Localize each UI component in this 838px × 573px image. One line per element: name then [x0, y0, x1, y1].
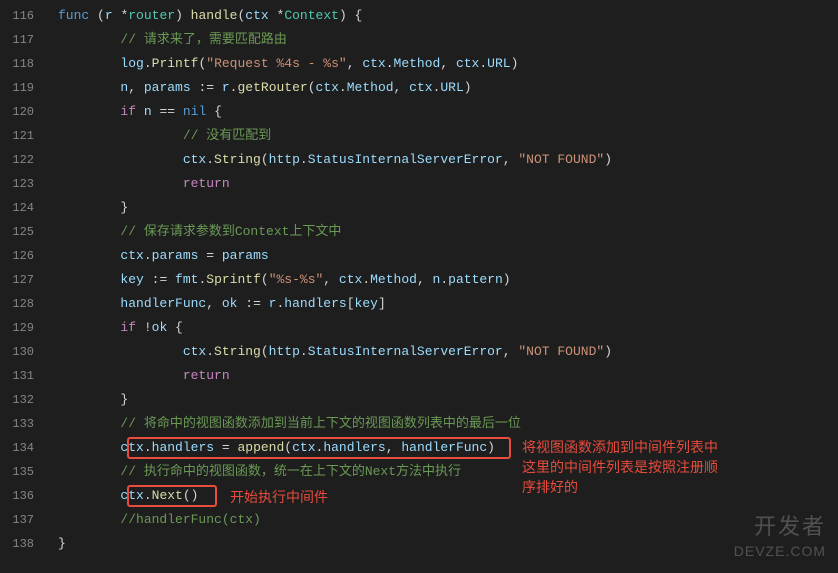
code-line[interactable]: ctx.String(http.StatusInternalServerErro…: [58, 340, 838, 364]
line-number: 122: [0, 148, 34, 172]
code-line[interactable]: func (r *router) handle(ctx *Context) {: [58, 4, 838, 28]
line-number: 123: [0, 172, 34, 196]
line-number: 118: [0, 52, 34, 76]
line-number: 117: [0, 28, 34, 52]
code-line[interactable]: n, params := r.getRouter(ctx.Method, ctx…: [58, 76, 838, 100]
annotation-next: 开始执行中间件: [230, 487, 328, 507]
line-number-gutter: 1161171181191201211221231241251261271281…: [0, 0, 50, 573]
code-line[interactable]: ctx.params = params: [58, 244, 838, 268]
code-line[interactable]: }: [58, 532, 838, 556]
line-number: 127: [0, 268, 34, 292]
code-line[interactable]: if !ok {: [58, 316, 838, 340]
code-line[interactable]: // 将命中的视图函数添加到当前上下文的视图函数列表中的最后一位: [58, 412, 838, 436]
code-line[interactable]: // 没有匹配到: [58, 124, 838, 148]
line-number: 130: [0, 340, 34, 364]
line-number: 138: [0, 532, 34, 556]
line-number: 135: [0, 460, 34, 484]
line-number: 121: [0, 124, 34, 148]
line-number: 134: [0, 436, 34, 460]
code-line[interactable]: }: [58, 388, 838, 412]
line-number: 128: [0, 292, 34, 316]
line-number: 136: [0, 484, 34, 508]
code-line[interactable]: if n == nil {: [58, 100, 838, 124]
line-number: 119: [0, 76, 34, 100]
code-line[interactable]: }: [58, 196, 838, 220]
line-number: 129: [0, 316, 34, 340]
line-number: 126: [0, 244, 34, 268]
code-line[interactable]: // 保存请求参数到Context上下文中: [58, 220, 838, 244]
line-number: 120: [0, 100, 34, 124]
line-number: 133: [0, 412, 34, 436]
code-line[interactable]: key := fmt.Sprintf("%s-%s", ctx.Method, …: [58, 268, 838, 292]
line-number: 116: [0, 4, 34, 28]
code-line[interactable]: return: [58, 364, 838, 388]
annotation-append: 将视图函数添加到中间件列表中这里的中间件列表是按照注册顺序排好的: [522, 437, 742, 497]
line-number: 124: [0, 196, 34, 220]
watermark-main: 开发者: [734, 515, 826, 539]
line-number: 132: [0, 388, 34, 412]
watermark: 开发者 DEVZE.COM: [734, 515, 826, 563]
code-line[interactable]: //handlerFunc(ctx): [58, 508, 838, 532]
line-number: 125: [0, 220, 34, 244]
code-line[interactable]: // 请求来了，需要匹配路由: [58, 28, 838, 52]
line-number: 137: [0, 508, 34, 532]
code-line[interactable]: log.Printf("Request %4s - %s", ctx.Metho…: [58, 52, 838, 76]
code-line[interactable]: return: [58, 172, 838, 196]
code-line[interactable]: handlerFunc, ok := r.handlers[key]: [58, 292, 838, 316]
line-number: 131: [0, 364, 34, 388]
code-line[interactable]: ctx.String(http.StatusInternalServerErro…: [58, 148, 838, 172]
watermark-sub: DEVZE.COM: [734, 539, 826, 563]
